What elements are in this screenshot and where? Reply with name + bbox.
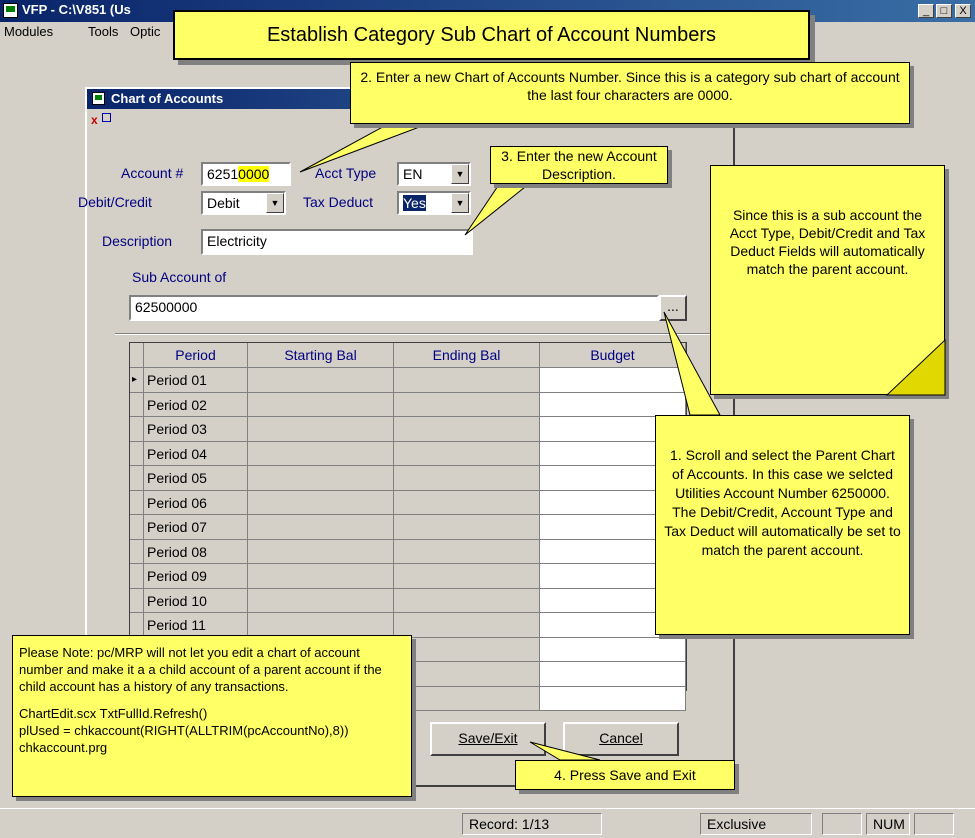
note-fold-corner bbox=[885, 338, 946, 396]
step1-callout: 1. Scroll and select the Parent Chart of… bbox=[655, 415, 910, 635]
note-line-2: plUsed = chkaccount(RIGHT(ALLTRIM(pcAcco… bbox=[19, 723, 349, 738]
note-line-1: ChartEdit.scx TxtFullId.Refresh() bbox=[19, 706, 208, 721]
note-line-3: chkaccount.prg bbox=[19, 740, 108, 755]
note-text: Please Note: pc/MRP will not let you edi… bbox=[19, 645, 382, 694]
please-note-callout: Please Note: pc/MRP will not let you edi… bbox=[12, 635, 412, 797]
step4-callout: 4. Press Save and Exit bbox=[515, 760, 735, 790]
